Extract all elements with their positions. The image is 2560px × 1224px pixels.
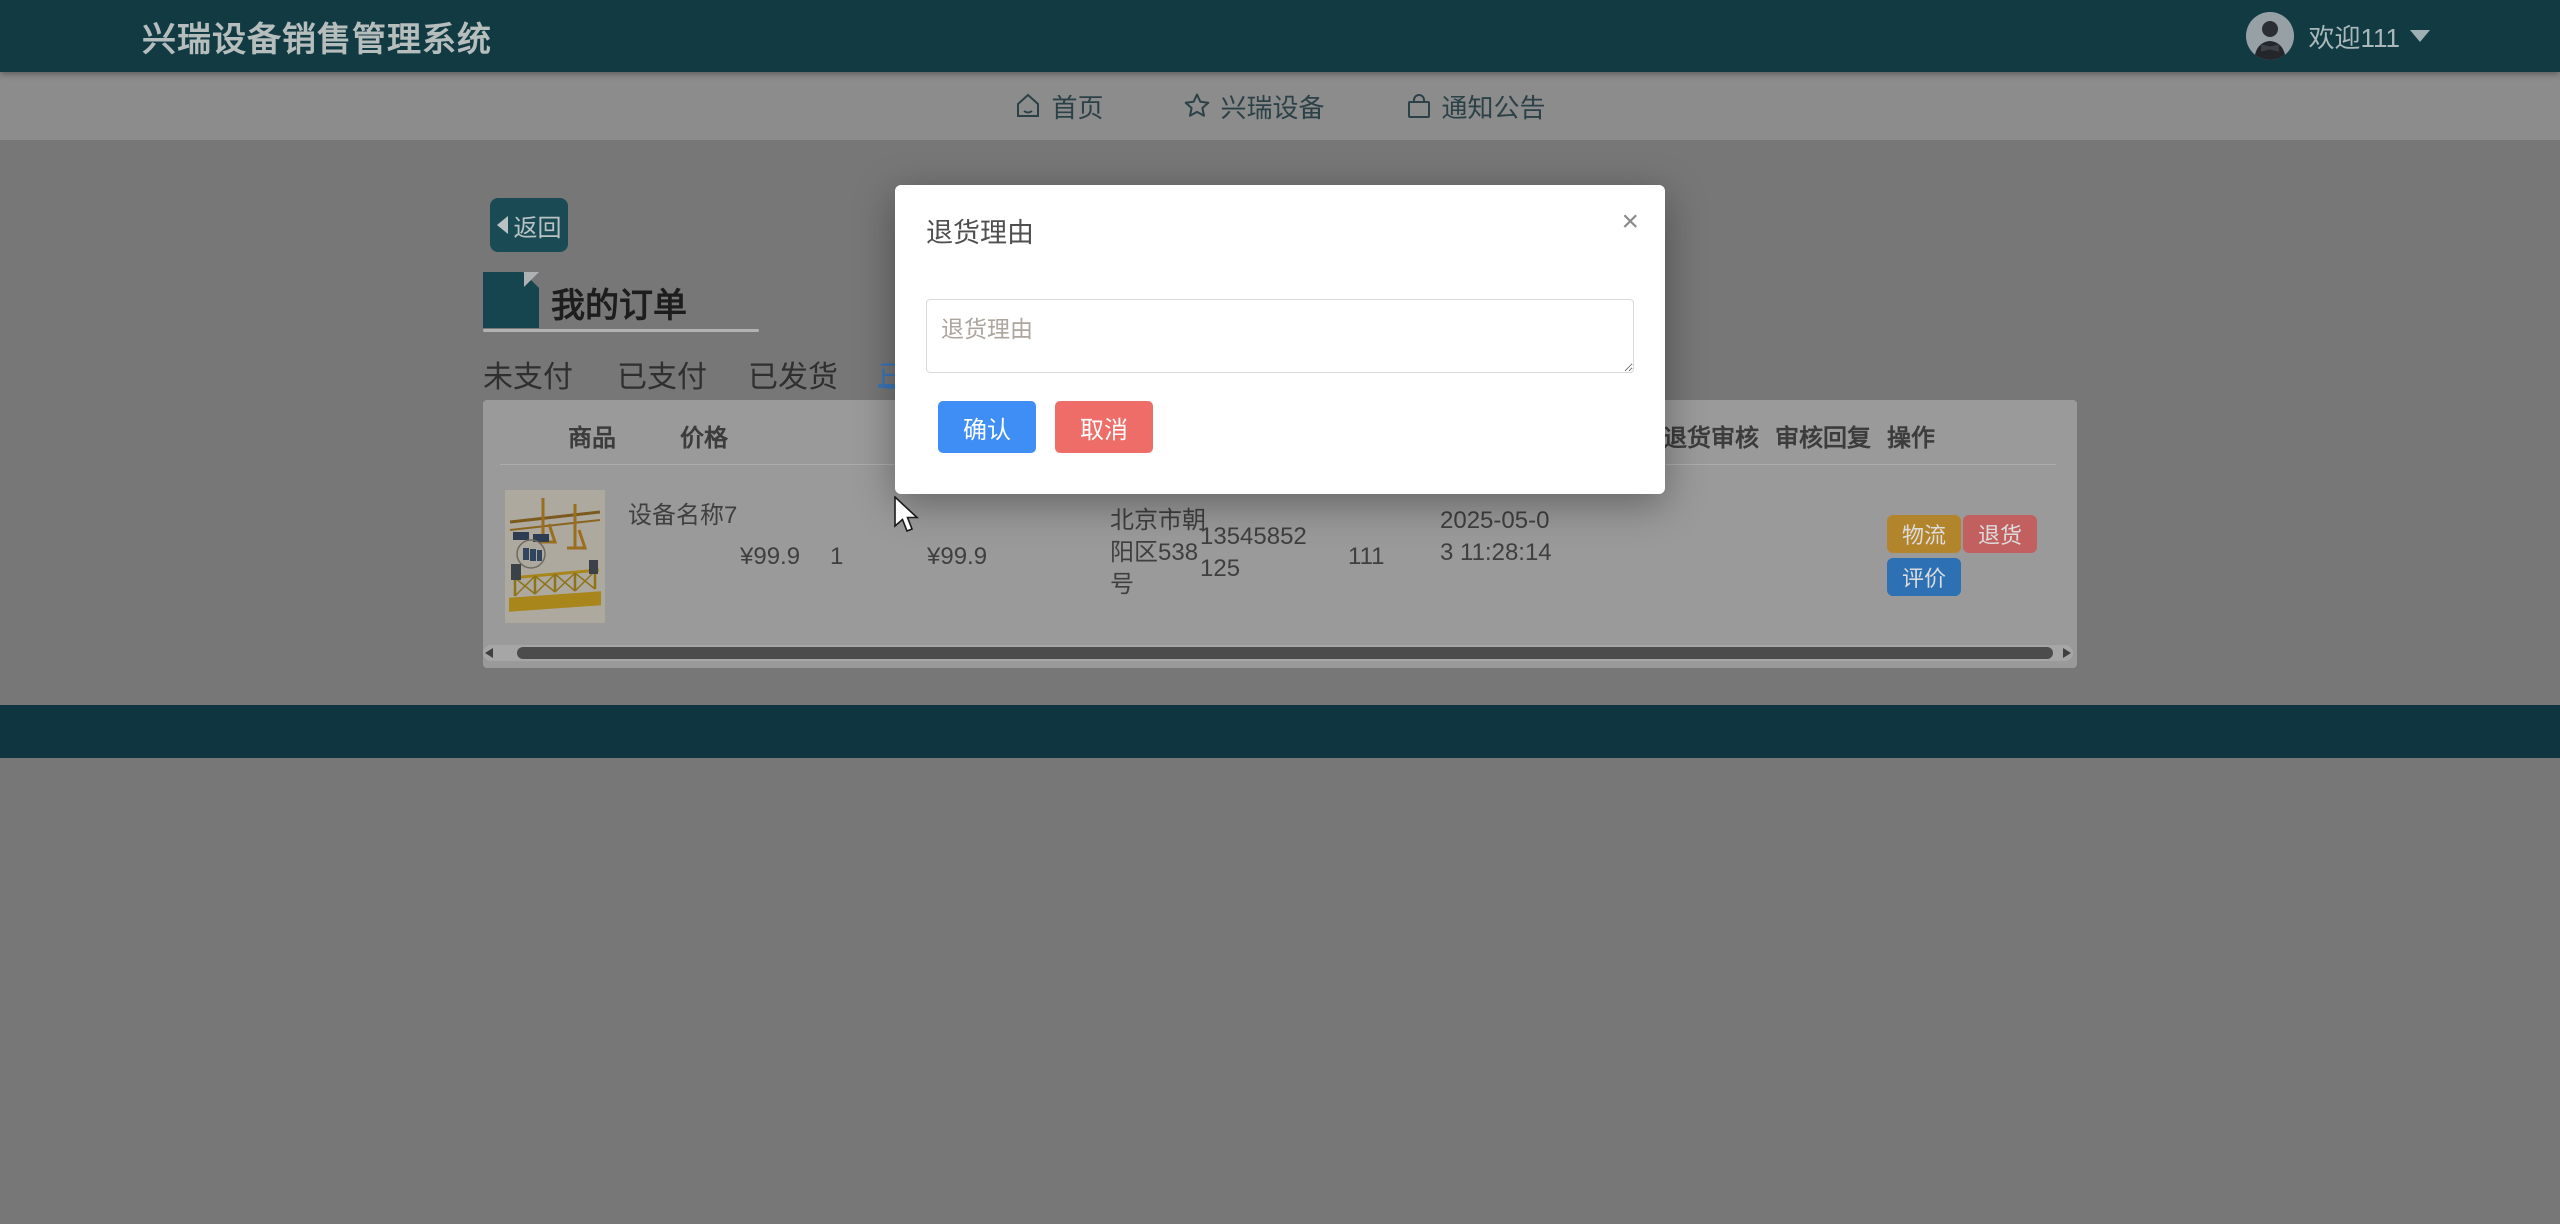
cell-order-time: 2025-05-03 11:28:14 [1440, 505, 1558, 569]
cell-total: ¥99.9 [927, 543, 987, 571]
cell-phone: 13545852125 [1200, 521, 1310, 585]
col-header-audit-reply: 审核回复 [1775, 418, 1871, 453]
back-arrow-icon [497, 216, 508, 234]
tab-paid[interactable]: 已支付 [617, 352, 707, 396]
star-icon [1183, 92, 1211, 120]
cell-quantity: 1 [830, 543, 843, 571]
review-button[interactable]: 评价 [1887, 558, 1961, 596]
avatar[interactable] [2246, 12, 2294, 60]
app-footer [0, 705, 2560, 758]
logistics-button[interactable]: 物流 [1887, 515, 1961, 553]
product-image [505, 490, 605, 623]
app-header: 兴瑞设备销售管理系统 欢迎111 [0, 0, 2560, 72]
scrollbar-right-arrow[interactable] [2063, 648, 2071, 658]
return-reason-textarea[interactable] [926, 299, 1634, 373]
nav-item-home[interactable]: 首页 [1014, 88, 1103, 125]
tab-shipped[interactable]: 已发货 [748, 352, 838, 396]
col-header-price: 价格 [680, 418, 728, 453]
chevron-down-icon [2410, 30, 2430, 42]
home-icon [1014, 92, 1042, 120]
page-title: 我的订单 [551, 278, 687, 327]
col-header-actions: 操作 [1887, 418, 1935, 453]
col-header-return-audit: 退货审核 [1663, 418, 1759, 453]
cancel-button[interactable]: 取消 [1055, 401, 1153, 453]
modal-title: 退货理由 [926, 211, 1034, 250]
confirm-button[interactable]: 确认 [938, 401, 1036, 453]
avatar-image [2246, 12, 2294, 60]
nav-item-label: 通知公告 [1442, 88, 1546, 125]
cell-product-name: 设备名称7 [628, 495, 737, 530]
back-button[interactable]: 返回 [490, 198, 568, 252]
scrollbar-left-arrow[interactable] [485, 648, 493, 658]
return-reason-modal: 退货理由 × 确认 取消 [895, 185, 1665, 494]
tab-unpaid[interactable]: 未支付 [483, 352, 573, 396]
title-underline [483, 329, 759, 332]
cell-address: 北京市朝阳区538号 [1110, 505, 1210, 601]
cell-consignee: 111 [1348, 543, 1384, 571]
bag-icon [1405, 92, 1433, 120]
user-greeting: 欢迎111 [2308, 18, 2400, 55]
scrollbar-thumb[interactable] [517, 647, 2053, 659]
return-goods-button[interactable]: 退货 [1963, 515, 2037, 553]
col-header-product: 商品 [568, 418, 616, 453]
nav-item-equipment[interactable]: 兴瑞设备 [1183, 88, 1324, 125]
nav-item-label: 首页 [1051, 88, 1103, 125]
page-title-icon [483, 272, 539, 328]
back-button-label: 返回 [514, 208, 562, 243]
close-icon[interactable]: × [1621, 207, 1639, 237]
cell-price: ¥99.9 [740, 543, 800, 571]
nav-bar: 首页 兴瑞设备 通知公告 [0, 72, 2560, 140]
user-menu[interactable]: 欢迎111 [2246, 0, 2430, 72]
app-title: 兴瑞设备销售管理系统 [142, 12, 492, 61]
nav-item-notices[interactable]: 通知公告 [1405, 88, 1546, 125]
nav-item-label: 兴瑞设备 [1220, 88, 1324, 125]
